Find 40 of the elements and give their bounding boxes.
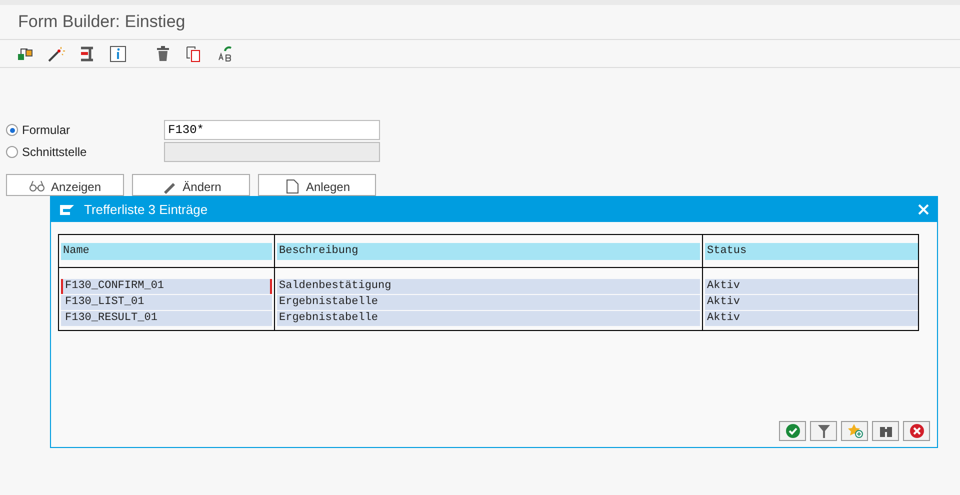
magic-wand-icon[interactable] [47, 44, 65, 62]
cancel-icon [908, 423, 924, 439]
action-button[interactable]: Anzeigen [6, 174, 124, 196]
cancel-button[interactable] [903, 421, 930, 441]
glasses-icon [28, 178, 45, 194]
table-cell[interactable]: Aktiv [705, 279, 918, 294]
confirm-icon [784, 423, 800, 439]
option-label: Schnittstelle [22, 144, 88, 161]
dialog-icon [59, 204, 75, 216]
clamp-icon[interactable] [78, 44, 96, 62]
trash-icon[interactable] [154, 44, 172, 62]
table-cell[interactable]: Ergebnistabelle [277, 295, 700, 310]
window-title: Form Builder: Einstieg [18, 11, 186, 34]
page-icon [284, 178, 300, 194]
table-cell[interactable]: Aktiv [705, 311, 918, 326]
filter-icon [816, 423, 832, 439]
binoculars-button[interactable] [872, 421, 899, 441]
letters-icon[interactable] [216, 44, 234, 62]
confirm-button[interactable] [779, 421, 806, 441]
table-cell[interactable]: F130_CONFIRM_01 [61, 279, 272, 294]
close-icon[interactable] [918, 204, 929, 215]
table-cell[interactable]: Ergebnistabelle [277, 311, 700, 326]
table-cell[interactable]: Aktiv [705, 295, 918, 310]
table-cell[interactable]: Saldenbestätigung [277, 279, 700, 294]
option-label: Formular [22, 122, 72, 139]
star-button[interactable] [841, 421, 868, 441]
dialog-title: Trefferliste 3 Einträge [84, 200, 208, 219]
star-icon [846, 423, 862, 439]
info-icon[interactable] [109, 44, 127, 62]
column-header[interactable]: Name [61, 243, 272, 260]
column-header[interactable]: Beschreibung [277, 243, 700, 260]
column-header[interactable]: Status [705, 243, 918, 260]
radio-button[interactable] [6, 124, 18, 136]
table-cell[interactable]: F130_RESULT_01 [61, 311, 272, 326]
filter-button[interactable] [810, 421, 837, 441]
table-cell[interactable]: F130_LIST_01 [61, 295, 272, 310]
input-field[interactable]: F130* [164, 120, 380, 140]
action-button[interactable]: Ändern [132, 174, 250, 196]
action-button[interactable]: Anlegen [258, 174, 376, 196]
copy-icon[interactable] [185, 44, 203, 62]
